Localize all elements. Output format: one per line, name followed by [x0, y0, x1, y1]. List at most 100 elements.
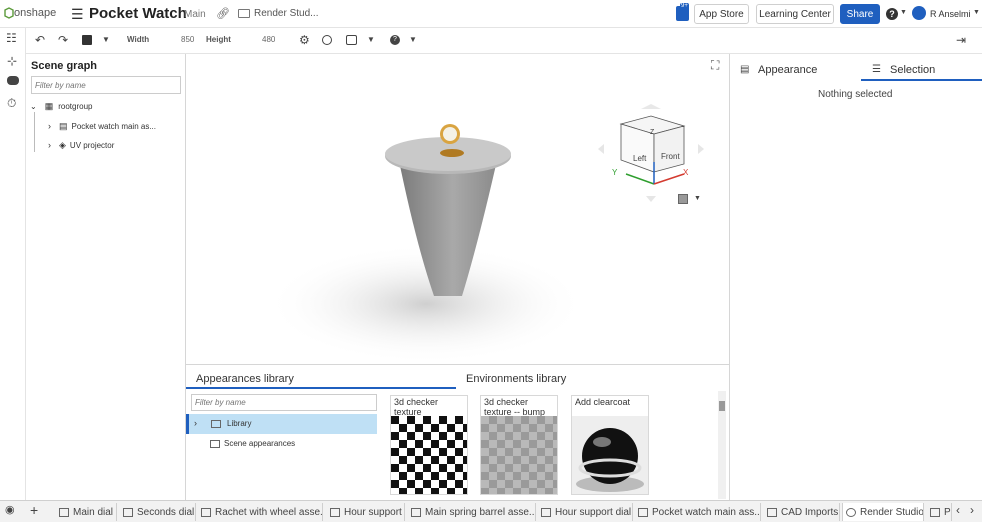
part-studio-icon	[541, 507, 551, 517]
tab-main-dial[interactable]: Main dial	[56, 503, 117, 521]
render-icon[interactable]	[322, 35, 332, 45]
left-rail: ☷ ⊹ ⏱︎	[0, 28, 26, 500]
redo-icon[interactable]: ↷	[58, 33, 68, 47]
view-options-chevron-down-icon[interactable]: ▼	[694, 195, 701, 202]
user-chevron-down-icon[interactable]: ▼	[973, 9, 980, 16]
tree-row-pocket-watch[interactable]: › ▤ Pocket watch main as...	[48, 118, 156, 134]
timer-icon[interactable]: ⏱︎	[7, 96, 16, 111]
tab-label: Seconds dial	[137, 506, 195, 518]
tab-appearance[interactable]: Appearance	[758, 64, 817, 76]
appearance-card[interactable]: 3d checker texture -- bump	[480, 395, 558, 495]
appearance-card[interactable]: Add clearcoat	[571, 395, 649, 495]
camera-chevron-down-icon[interactable]: ▼	[367, 35, 375, 44]
3d-viewport[interactable]: Left Front Z Y X ▼ ⛶	[186, 54, 729, 364]
exit-icon[interactable]: ⇥	[956, 33, 966, 47]
fullscreen-icon[interactable]: ⛶	[711, 58, 719, 73]
tree-label-scene-appearances: Scene appearances	[224, 439, 296, 448]
breadcrumb[interactable]: Render Stud...	[254, 8, 318, 19]
add-node-icon[interactable]: ⊹	[7, 54, 17, 68]
tab-environments-library[interactable]: Environments library	[466, 373, 566, 385]
card-label: Add clearcoat	[575, 397, 631, 407]
document-tabs-bar: ◉ + Main dial Seconds dial Rachet with w…	[0, 500, 982, 522]
tab-main-spring-barrel[interactable]: Main spring barrel asse...	[408, 503, 536, 521]
tab-hour-support-dial[interactable]: Hour support dial	[538, 503, 633, 521]
chevron-right-icon[interactable]: ›	[48, 140, 51, 150]
part-studio-icon	[123, 507, 133, 517]
help-chevron-down-icon[interactable]: ▼	[900, 9, 907, 16]
scene-graph-icon[interactable]: ☷	[6, 31, 17, 45]
tab-label: P	[944, 506, 951, 518]
info-chevron-down-icon[interactable]: ▼	[409, 35, 417, 44]
chevron-down-icon[interactable]: ⌄	[30, 102, 37, 111]
tab-render-studio[interactable]: Render Studio	[842, 503, 924, 521]
folder-icon	[210, 440, 220, 448]
appearance-tab-icon: ▤	[740, 64, 750, 75]
viewcube-left-label[interactable]: Left	[633, 154, 646, 163]
scene-graph-panel: Scene graph ⌄ ▦ rootgroup › ▤ Pocket wat…	[26, 54, 186, 500]
comments-icon[interactable]	[7, 76, 19, 85]
help-icon[interactable]: ?	[886, 8, 898, 20]
user-name[interactable]: R Anselmi	[930, 9, 971, 19]
grid-icon: ▦	[44, 100, 54, 111]
card-label: 3d checker texture -- bump	[484, 397, 546, 417]
part-studio-icon	[330, 507, 340, 517]
tab-overflow[interactable]: P	[927, 503, 952, 521]
viewcube-front-label[interactable]: Front	[661, 152, 680, 161]
tab-pocket-watch-main[interactable]: Pocket watch main ass...	[635, 503, 761, 521]
chevron-right-icon[interactable]: ›	[194, 418, 197, 428]
tree-label-rootgroup: rootgroup	[58, 101, 93, 111]
camera-icon[interactable]	[346, 35, 357, 45]
appearance-card[interactable]: 3d checker texture	[390, 395, 468, 495]
tree-row-scene-appearances[interactable]: Scene appearances	[186, 434, 377, 454]
tab-seconds-dial[interactable]: Seconds dial	[120, 503, 196, 521]
tab-rachet-assembly[interactable]: Rachet with wheel asse...	[198, 503, 323, 521]
info-icon[interactable]: ?	[390, 35, 400, 45]
image-icon	[930, 507, 940, 517]
tab-selection[interactable]: Selection	[890, 64, 935, 76]
tree-row-library[interactable]: › Library	[186, 414, 377, 434]
scene-filter-input[interactable]	[31, 76, 181, 94]
properties-panel: ▤ Appearance ☰ Selection Nothing selecte…	[729, 54, 982, 500]
tab-appearances-library[interactable]: Appearances library	[196, 373, 294, 385]
avatar[interactable]	[912, 6, 926, 20]
chevron-right-icon[interactable]: ›	[48, 121, 51, 131]
hamburger-menu-icon[interactable]: ☰	[71, 6, 84, 23]
active-tab-underline	[186, 387, 456, 389]
save-chevron-down-icon[interactable]: ▼	[102, 35, 110, 44]
brand-name[interactable]: onshape	[14, 7, 56, 19]
x-axis-label: X	[683, 168, 689, 177]
scroll-tabs-right-icon[interactable]: ›	[970, 503, 974, 517]
learning-center-button[interactable]: Learning Center	[756, 4, 834, 24]
height-input[interactable]: 480	[262, 35, 275, 44]
tab-label: Hour support	[344, 506, 402, 518]
tab-cad-imports[interactable]: CAD Imports	[764, 503, 840, 521]
branch-label[interactable]: Main	[184, 9, 206, 20]
tree-row-uv-projector[interactable]: › ◈ UV projector	[48, 137, 114, 153]
view-options-cube-icon[interactable]	[678, 194, 688, 204]
document-title[interactable]: Pocket Watch	[89, 5, 187, 22]
width-input[interactable]: 850	[181, 35, 194, 44]
render-studio-icon	[846, 507, 856, 517]
tree-row-rootgroup[interactable]: ⌄ ▦ rootgroup	[30, 98, 92, 114]
app-store-button[interactable]: App Store	[694, 4, 749, 24]
eye-icon[interactable]: ◉	[5, 503, 15, 516]
scroll-tabs-left-icon[interactable]: ‹	[956, 503, 960, 517]
library-scrollbar[interactable]	[718, 391, 726, 499]
add-tab-icon[interactable]: +	[30, 502, 38, 518]
tab-hour-support[interactable]: Hour support	[327, 503, 405, 521]
undo-icon[interactable]: ↶	[35, 33, 45, 47]
viewcube-top-label[interactable]: Z	[650, 129, 654, 136]
save-icon[interactable]	[82, 35, 92, 45]
assembly-icon	[201, 507, 211, 517]
link-icon[interactable]: 🔗︎	[216, 7, 230, 20]
gear-icon[interactable]: ⚙	[299, 33, 310, 47]
library-filter-input[interactable]	[191, 394, 377, 411]
scrollbar-thumb[interactable]	[719, 401, 725, 411]
tab-label: Render Studio	[860, 506, 924, 518]
share-button[interactable]: Share	[840, 4, 880, 24]
folder-icon	[238, 9, 250, 18]
tree-label-uv-projector: UV projector	[69, 140, 115, 150]
tree-label-pocket-watch: Pocket watch main as...	[71, 121, 156, 131]
tab-label: Main dial	[73, 506, 114, 518]
render-scene[interactable]	[186, 54, 729, 364]
